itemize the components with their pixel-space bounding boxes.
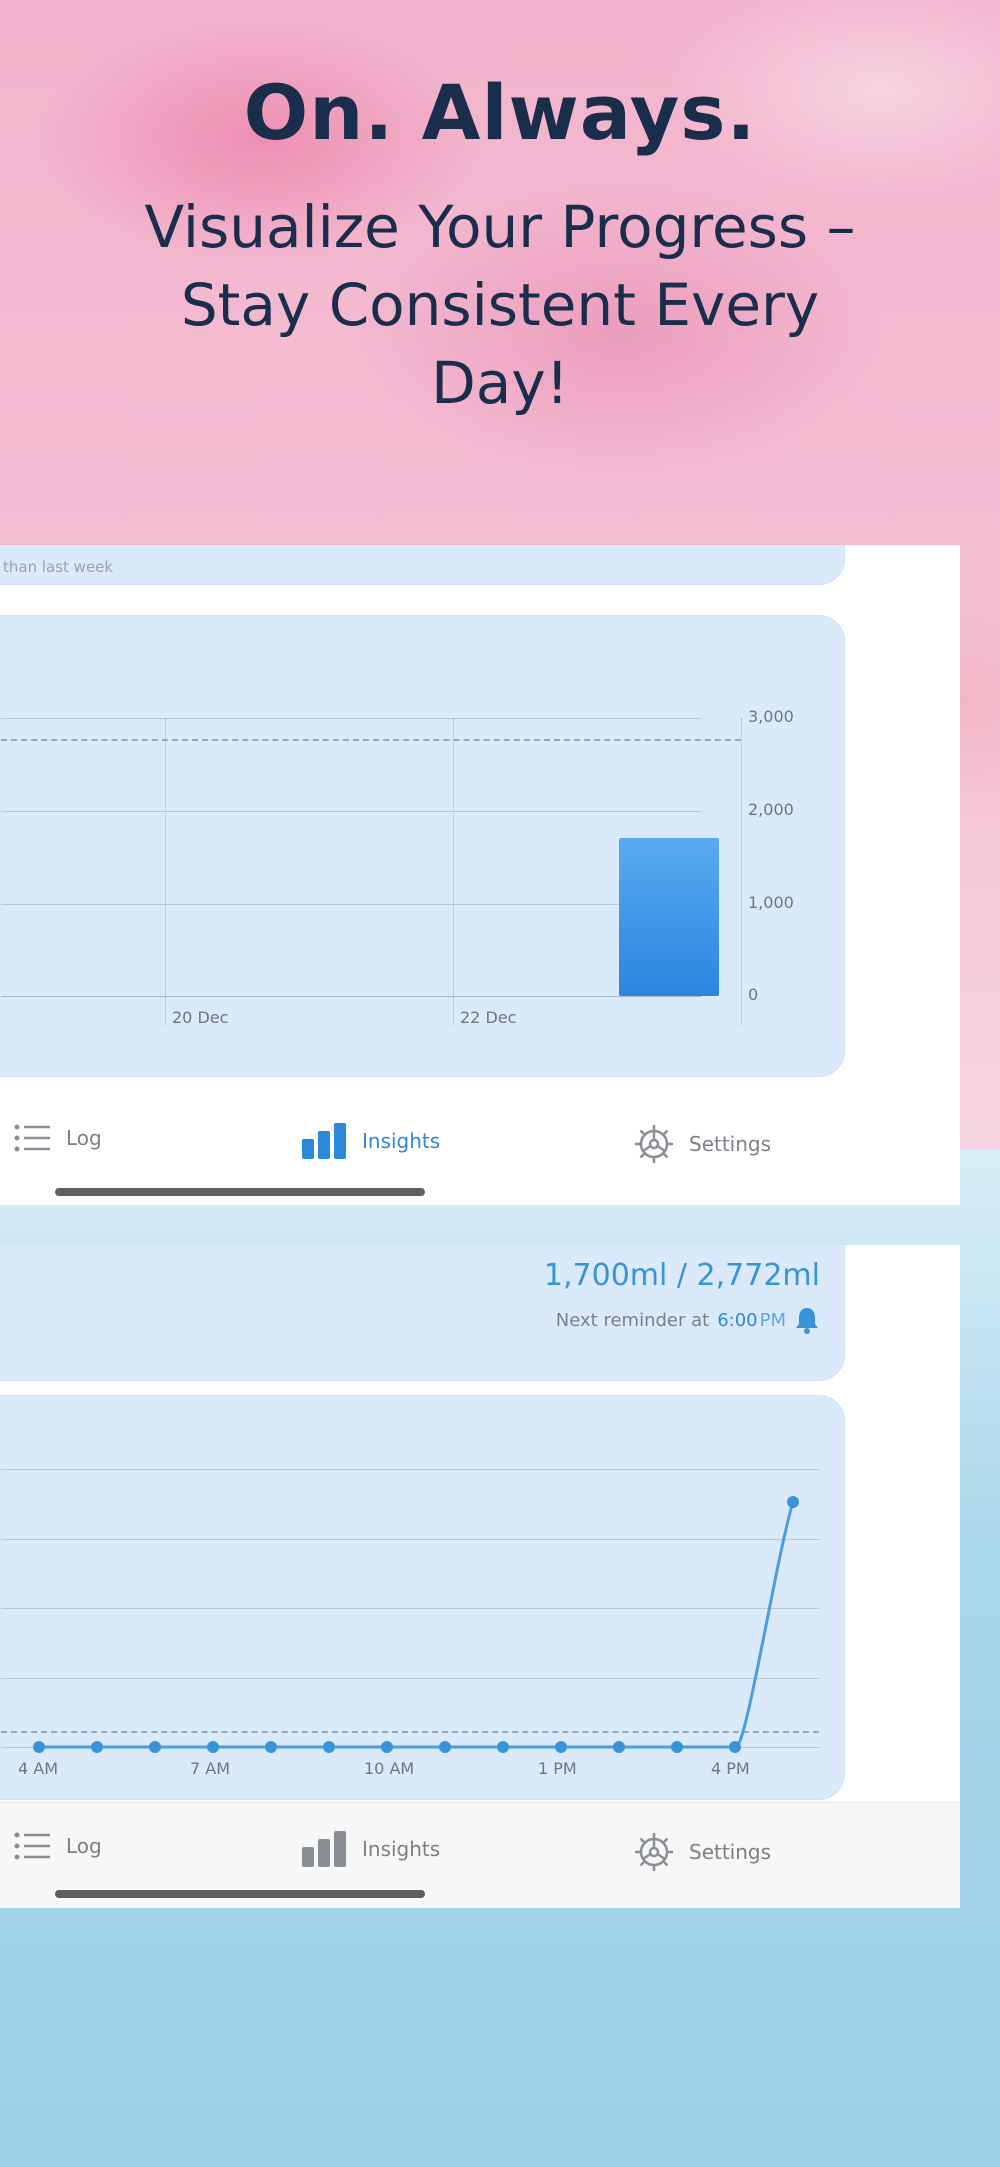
summary-partial-text: than last week [3,558,114,576]
tab-log[interactable]: Log [14,1831,102,1861]
tab-insights-label: Insights [362,1129,441,1153]
tab-insights[interactable]: Insights [300,1123,440,1159]
data-point [613,1741,625,1753]
data-point [91,1741,103,1753]
data-point [729,1741,741,1753]
x-tick: 4 AM [18,1759,59,1778]
goal-line [1,739,741,742]
y-tick: 0 [748,985,759,1004]
home-indicator[interactable] [55,1188,425,1196]
insights-daily-screen: 1,700ml / 2,772ml Next reminder at 6:00 … [0,1245,960,1908]
tab-insights[interactable]: Insights [300,1831,440,1867]
chart-bar [619,838,719,996]
x-tick: 20 Dec [172,1008,229,1027]
data-point [671,1741,683,1753]
data-point [555,1741,567,1753]
grid-line [453,718,454,1026]
summary-card: than last week [0,545,845,585]
tab-insights-label: Insights [362,1837,441,1861]
daily-chart-card: 4 AM 7 AM 10 AM 1 PM 4 PM [0,1395,845,1800]
intake-line [33,1496,799,1753]
x-tick: 1 PM [538,1759,577,1778]
y-tick: 3,000 [748,707,794,726]
data-point [33,1741,45,1753]
home-indicator[interactable] [55,1890,425,1898]
grid-line [165,718,166,1026]
subheadline: Visualize Your Progress – Stay Consisten… [144,193,856,417]
x-tick: 7 AM [190,1759,231,1778]
next-reminder: Next reminder at 6:00 PM [556,1306,820,1334]
weekly-chart-card: 3,000 2,000 1,000 0 20 Dec 22 Dec [0,615,845,1077]
bell-icon[interactable] [794,1306,820,1334]
data-point [149,1741,161,1753]
x-tick: 4 PM [711,1759,750,1778]
y-tick: 2,000 [748,800,794,819]
y-tick: 1,000 [748,893,794,912]
reminder-time: 6:00 [717,1309,758,1331]
intake-summary-card: 1,700ml / 2,772ml Next reminder at 6:00 … [0,1245,845,1381]
tab-settings-label: Settings [689,1840,772,1864]
list-icon [14,1832,50,1860]
tab-settings[interactable]: Settings [633,1123,771,1165]
tab-log-label: Log [66,1126,102,1150]
data-point [381,1741,393,1753]
grid-line [741,718,742,1026]
data-point [787,1496,799,1508]
tab-log[interactable]: Log [14,1123,102,1153]
intake-total: 1,700ml / 2,772ml [543,1258,820,1293]
tab-settings-label: Settings [689,1132,772,1156]
bar-chart-icon [302,1831,346,1867]
data-point [323,1741,335,1753]
data-point [439,1741,451,1753]
grid-line [1,996,701,997]
x-tick: 10 AM [364,1759,415,1778]
reminder-prefix: Next reminder at [555,1309,710,1331]
tab-settings[interactable]: Settings [633,1831,771,1873]
grid-line [1,718,701,719]
grid-line [1,904,701,905]
intake-line-path [39,1501,795,1749]
x-tick: 22 Dec [460,1008,517,1027]
data-point [207,1741,219,1753]
gear-icon [635,1833,673,1871]
list-icon [14,1124,50,1152]
insights-weekly-screen: than last week 3,000 2,000 1,000 0 20 De… [0,545,960,1205]
reminder-suffix: PM [759,1309,786,1331]
gear-icon [635,1125,673,1163]
grid-line [1,811,701,812]
data-point [265,1741,277,1753]
bar-chart-icon [302,1123,346,1159]
data-point [497,1741,509,1753]
tab-log-label: Log [66,1834,102,1858]
headline: On. Always. [243,68,757,157]
